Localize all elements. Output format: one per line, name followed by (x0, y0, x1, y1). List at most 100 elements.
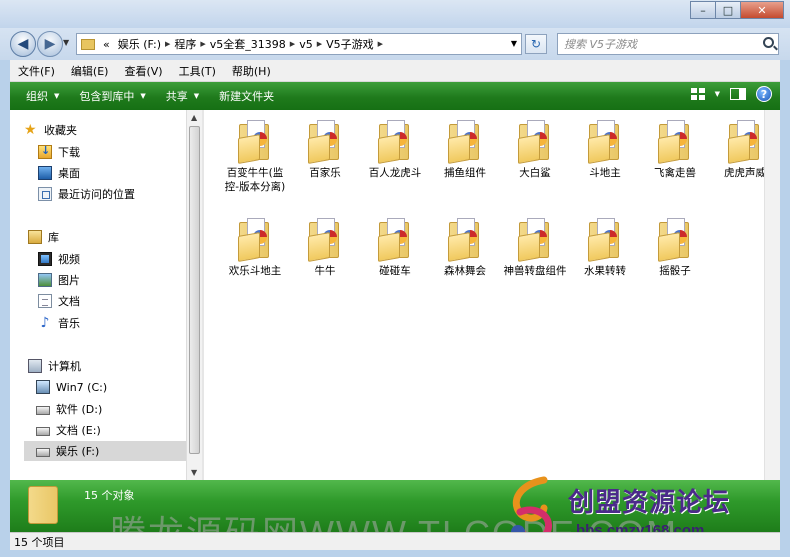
new-folder-button[interactable]: 新建文件夹 (209, 88, 284, 104)
menu-help[interactable]: 帮助(H) (224, 63, 279, 79)
forum-name: 创盟资源论坛 (568, 488, 731, 518)
address-overflow[interactable]: « (103, 38, 110, 51)
folder-name: 百家乐 (309, 167, 341, 179)
menu-view[interactable]: 查看(V) (116, 63, 170, 79)
folder-name: 百人龙虎斗 (368, 167, 422, 179)
folder-icon (657, 118, 693, 164)
music-note-icon: ♪ (40, 315, 50, 331)
chevron-down-icon: ▼ (140, 92, 146, 100)
breadcrumb-separator-icon[interactable]: ▶ (290, 40, 295, 48)
breadcrumb-separator-icon[interactable]: ▶ (165, 40, 170, 48)
hard-drive-icon (36, 406, 50, 415)
search-box[interactable]: 搜索 V5子游戏 (557, 33, 779, 55)
close-button[interactable]: ✕ (740, 1, 784, 19)
maximize-button[interactable]: □ (715, 1, 741, 19)
preview-pane-icon[interactable] (730, 88, 746, 100)
scrollbar-thumb[interactable] (189, 126, 200, 454)
folder-icon (727, 118, 763, 164)
nav-drive-e[interactable]: 文档 (E:) (36, 420, 186, 440)
folder-item[interactable]: 斗地主 (570, 118, 640, 180)
desktop-icon (38, 166, 52, 180)
nav-libraries[interactable]: 库 (28, 227, 186, 247)
chevron-down-icon: ▼ (54, 92, 60, 100)
document-icon (38, 294, 52, 308)
hard-drive-icon (36, 448, 50, 457)
nav-downloads[interactable]: 下载 (38, 142, 186, 162)
refresh-button[interactable]: ↻ (525, 34, 547, 54)
folder-item[interactable]: 欢乐斗地主 (220, 216, 290, 278)
back-button[interactable]: ◀ (10, 31, 36, 57)
library-icon (28, 230, 42, 244)
organize-label: 组织 (26, 90, 48, 103)
address-segment-subgames[interactable]: V5子游戏 (326, 36, 374, 52)
breadcrumb-separator-icon[interactable]: ▶ (378, 40, 383, 48)
address-segment-v5[interactable]: v5 (299, 38, 313, 51)
forward-button[interactable]: ▶ (37, 31, 63, 57)
folder-item[interactable]: 森林舞会 (430, 216, 500, 278)
breadcrumb-separator-icon[interactable]: ▶ (200, 40, 205, 48)
content-area: ★ 收藏夹 下载 桌面 最近访问的位置 库 视频 图片 文档 (10, 110, 780, 480)
folder-item[interactable]: 摇骰子 (640, 216, 710, 278)
nav-favorites[interactable]: ★ 收藏夹 (24, 120, 184, 140)
file-list-scrollbar[interactable] (764, 110, 780, 480)
folder-item[interactable]: 水果转转 (570, 216, 640, 278)
view-options-dropdown[interactable]: ▼ (715, 90, 720, 98)
folder-name: 水果转转 (584, 265, 626, 277)
folder-icon (28, 486, 58, 524)
folder-icon (377, 216, 413, 262)
menu-edit[interactable]: 编辑(E) (63, 63, 117, 79)
nav-videos[interactable]: 视频 (38, 249, 186, 269)
scroll-down-arrow-icon[interactable]: ▼ (191, 468, 197, 477)
menu-file[interactable]: 文件(F) (10, 63, 63, 79)
nav-pictures[interactable]: 图片 (38, 270, 186, 290)
search-icon[interactable] (763, 37, 774, 48)
address-bar[interactable]: « 娱乐 (F:) ▶ 程序 ▶ v5全套_31398 ▶ v5 ▶ V5子游戏… (76, 33, 522, 55)
folder-icon (447, 216, 483, 262)
folder-icon (237, 118, 273, 164)
address-segment-drive[interactable]: 娱乐 (F:) (118, 36, 161, 52)
address-history-dropdown[interactable]: ▼ (511, 39, 517, 48)
nav-documents[interactable]: 文档 (38, 291, 186, 311)
address-segment-program[interactable]: 程序 (174, 36, 196, 52)
folder-item[interactable]: 百家乐 (290, 118, 360, 180)
menu-tools[interactable]: 工具(T) (171, 63, 224, 79)
help-icon[interactable]: ? (756, 86, 772, 102)
nav-desktop[interactable]: 桌面 (38, 163, 186, 183)
recent-pages-dropdown[interactable]: ▼ (63, 38, 69, 47)
folder-item[interactable]: 百人龙虎斗 (360, 118, 430, 180)
include-in-library-button[interactable]: 包含到库中 ▼ (69, 88, 155, 104)
address-segment-v5-full[interactable]: v5全套_31398 (210, 36, 286, 52)
folder-item[interactable]: 飞禽走兽 (640, 118, 710, 180)
navigation-scrollbar[interactable]: ▲ ▼ (186, 110, 202, 480)
command-bar: 组织 ▼ 包含到库中 ▼ 共享 ▼ 新建文件夹 ▼ ? (10, 82, 780, 110)
folder-icon (237, 216, 273, 262)
folder-icon (587, 118, 623, 164)
folder-icon (377, 118, 413, 164)
share-button[interactable]: 共享 ▼ (156, 88, 209, 104)
nav-recent-places[interactable]: 最近访问的位置 (38, 184, 186, 204)
minimize-button[interactable]: – (690, 1, 716, 19)
nav-drive-e-label: 文档 (E:) (56, 424, 101, 437)
nav-drive-d[interactable]: 软件 (D:) (36, 399, 186, 419)
folder-item[interactable]: 碰碰车 (360, 216, 430, 278)
downloads-icon (38, 144, 52, 159)
scroll-up-arrow-icon[interactable]: ▲ (191, 113, 197, 122)
folder-item[interactable]: 百变牛牛(监控-版本分离) (220, 118, 290, 194)
folder-item[interactable]: 牛牛 (290, 216, 360, 278)
folder-item[interactable]: 捕鱼组件 (430, 118, 500, 180)
folder-icon (517, 216, 553, 262)
folder-name: 神兽转盘组件 (503, 265, 567, 277)
chevron-down-icon: ▼ (193, 92, 200, 100)
window-controls: – □ ✕ (690, 1, 784, 19)
folder-item[interactable]: 神兽转盘组件 (500, 216, 570, 278)
nav-drive-f[interactable]: 娱乐 (F:) (24, 441, 186, 461)
nav-computer[interactable]: 计算机 (28, 356, 186, 376)
breadcrumb-separator-icon[interactable]: ▶ (317, 40, 322, 48)
folder-name: 摇骰子 (659, 265, 691, 277)
nav-music[interactable]: ♪ 音乐 (38, 313, 186, 333)
nav-drive-c[interactable]: Win7 (C:) (36, 377, 186, 397)
refresh-icon: ↻ (530, 37, 542, 51)
organize-button[interactable]: 组织 ▼ (16, 88, 69, 104)
change-view-icon[interactable] (690, 88, 705, 100)
folder-item[interactable]: 大白鲨 (500, 118, 570, 180)
